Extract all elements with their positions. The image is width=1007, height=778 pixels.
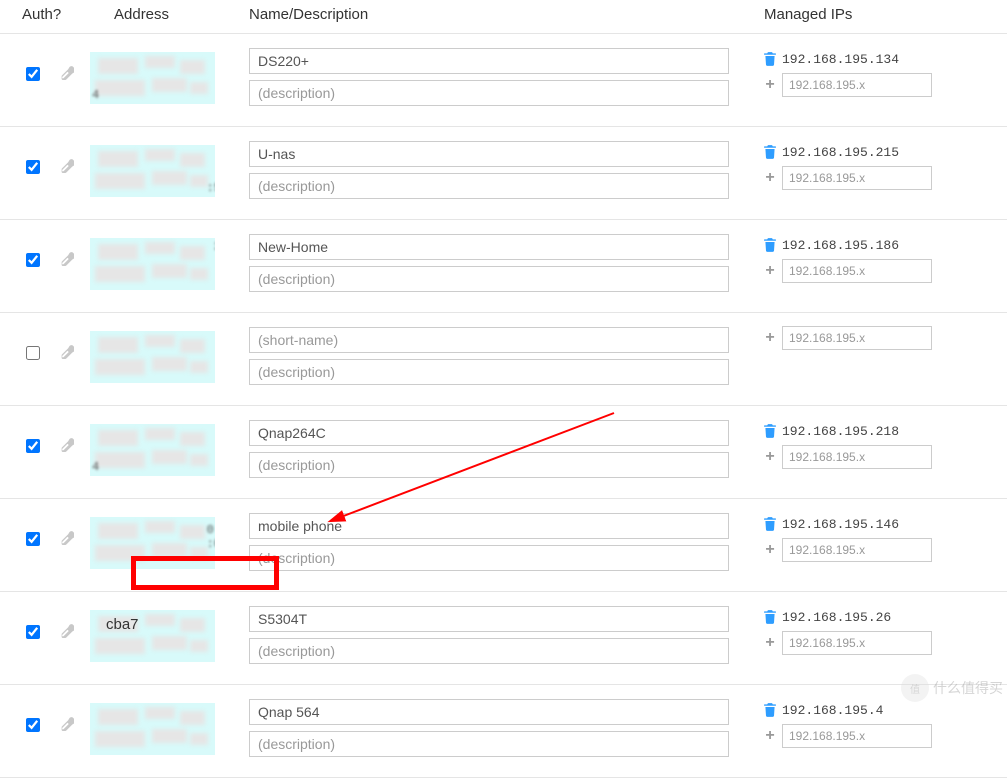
table-row: + [0,313,1007,406]
name-input[interactable] [249,420,729,446]
table-row: 4 192.168.195.134 + [0,34,1007,127]
header-name: Name/Description [245,6,750,23]
description-input[interactable] [249,359,729,385]
description-input[interactable] [249,266,729,292]
managed-ip-value: 192.168.195.146 [782,517,899,532]
address-cell: 4 [90,424,215,476]
plus-icon[interactable]: + [764,79,776,91]
plus-icon[interactable]: + [764,451,776,463]
managed-ip-row: 192.168.195.218 [764,420,980,442]
header-ips: Managed IPs [750,6,980,23]
auth-checkbox[interactable] [26,439,40,453]
managed-ip-value: 192.168.195.4 [782,703,883,718]
managed-ip-row: 192.168.195.186 [764,234,980,256]
managed-ip-row: 192.168.195.26 [764,606,980,628]
managed-ip-row: 192.168.195.134 [764,48,980,70]
address-cell: :5 [90,145,215,197]
managed-ip-value: 192.168.195.186 [782,238,899,253]
plus-icon[interactable]: + [764,172,776,184]
wrench-icon[interactable] [60,438,74,455]
auth-checkbox[interactable] [26,532,40,546]
trash-icon[interactable] [764,424,776,438]
trash-icon[interactable] [764,517,776,531]
description-input[interactable] [249,638,729,664]
add-ip-input[interactable] [782,326,932,350]
name-input[interactable] [249,513,729,539]
managed-ip-value: 192.168.195.26 [782,610,891,625]
name-input[interactable] [249,606,729,632]
managed-ip-row: 192.168.195.4 [764,699,980,721]
header-address: Address [90,6,245,23]
wrench-icon[interactable] [60,159,74,176]
table-row: :5 192.168.195.215 + [0,127,1007,220]
table-row: cba7 192.168.195.26 + [0,592,1007,685]
plus-icon[interactable]: + [764,332,776,344]
address-cell [90,703,215,755]
auth-checkbox[interactable] [26,625,40,639]
description-input[interactable] [249,731,729,757]
add-ip-input[interactable] [782,166,932,190]
name-input[interactable] [249,234,729,260]
address-cell: 0 :0 [90,517,215,569]
name-input[interactable] [249,327,729,353]
trash-icon[interactable] [764,703,776,717]
add-ip-input[interactable] [782,538,932,562]
table-row: 192.168.195.4 + [0,685,1007,778]
auth-checkbox[interactable] [26,253,40,267]
wrench-icon[interactable] [60,624,74,641]
add-ip-input[interactable] [782,73,932,97]
trash-icon[interactable] [764,52,776,66]
managed-ip-value: 192.168.195.134 [782,52,899,67]
add-ip-input[interactable] [782,631,932,655]
plus-icon[interactable]: + [764,637,776,649]
description-input[interactable] [249,545,729,571]
table-row: 3 192.168.195.186 + [0,220,1007,313]
wrench-icon[interactable] [60,252,74,269]
add-ip-input[interactable] [782,259,932,283]
description-input[interactable] [249,80,729,106]
table-row: 4 192.168.195.218 + [0,406,1007,499]
auth-checkbox[interactable] [26,346,40,360]
trash-icon[interactable] [764,238,776,252]
address-cell: 4 [90,52,215,104]
wrench-icon[interactable] [60,66,74,83]
address-cell: 3 [90,238,215,290]
plus-icon[interactable]: + [764,544,776,556]
description-input[interactable] [249,452,729,478]
table-header: Auth? Address Name/Description Managed I… [0,0,1007,34]
name-input[interactable] [249,699,729,725]
address-cell [90,331,215,383]
name-input[interactable] [249,48,729,74]
wrench-icon[interactable] [60,531,74,548]
name-input[interactable] [249,141,729,167]
auth-checkbox[interactable] [26,718,40,732]
add-ip-input[interactable] [782,724,932,748]
address-cell: cba7 [90,610,215,662]
managed-ip-row: 192.168.195.146 [764,513,980,535]
wrench-icon[interactable] [60,345,74,362]
description-input[interactable] [249,173,729,199]
trash-icon[interactable] [764,610,776,624]
auth-checkbox[interactable] [26,160,40,174]
plus-icon[interactable]: + [764,730,776,742]
wrench-icon[interactable] [60,717,74,734]
add-ip-input[interactable] [782,445,932,469]
managed-ip-row: 192.168.195.215 [764,141,980,163]
managed-ip-value: 192.168.195.215 [782,145,899,160]
table-row: 0 :0 192.168.195.146 + [0,499,1007,592]
watermark: 值什么值得买 [901,674,1003,702]
plus-icon[interactable]: + [764,265,776,277]
trash-icon[interactable] [764,145,776,159]
header-auth: Auth? [0,6,60,23]
auth-checkbox[interactable] [26,67,40,81]
managed-ip-value: 192.168.195.218 [782,424,899,439]
